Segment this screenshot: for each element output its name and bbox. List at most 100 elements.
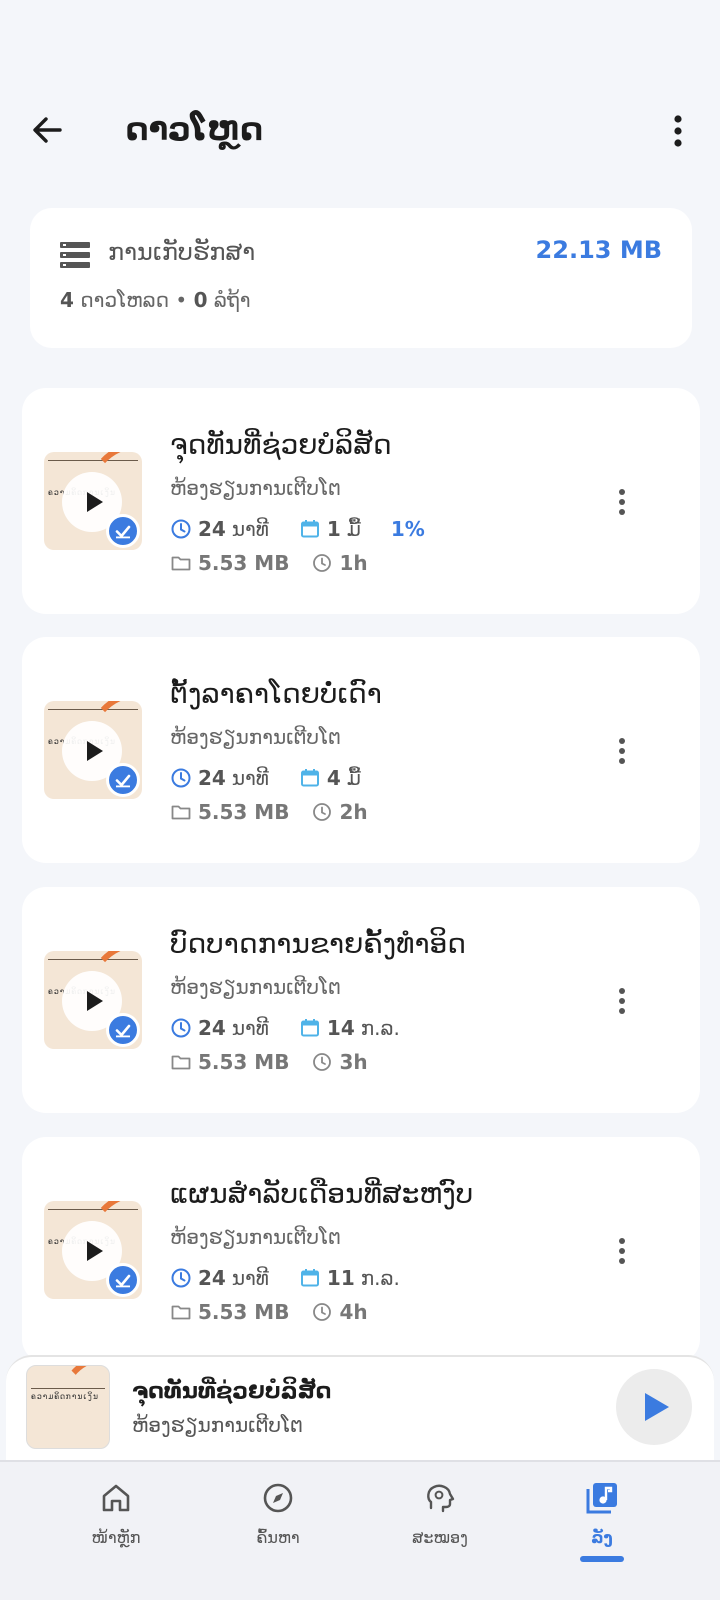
date-unit: ກ.ລ. bbox=[360, 1266, 400, 1290]
episode-meta-primary: 24 ນາທີ 14 ກ.ລ. bbox=[170, 1015, 430, 1041]
downloaded-ago: 4h bbox=[339, 1300, 368, 1324]
episode-course: ຫ້ອງຮຽນການເຕີບໂຕ bbox=[170, 1225, 342, 1249]
calendar-icon bbox=[300, 1269, 319, 1287]
folder-icon bbox=[171, 1055, 191, 1070]
duration-value: 24 bbox=[198, 1266, 226, 1290]
file-size: 5.53 MB bbox=[198, 1050, 290, 1074]
download-item-card[interactable]: ຄວາມຄິດການເງິນ ຈຸດທັນທີ່ຊ່ວຍບໍລິສັດ ຫ້ອງ… bbox=[22, 388, 700, 614]
date-unit: ກ.ລ. bbox=[360, 1016, 400, 1040]
play-icon bbox=[87, 1241, 103, 1261]
download-item-card[interactable]: ຄວາມຄິດການເງິນ ຕັ້ງລາຄາໂດຍບໍ່ເດົາ ຫ້ອງຮຽ… bbox=[22, 637, 700, 863]
date-value: 11 bbox=[326, 1266, 355, 1290]
episode-course: ຫ້ອງຮຽນການເຕີບໂຕ bbox=[170, 725, 342, 749]
mini-player-play-button[interactable] bbox=[616, 1369, 692, 1445]
downloaded-check-badge bbox=[106, 514, 140, 548]
episode-title: ຕັ້ງລາຄາໂດຍບໍ່ເດົາ bbox=[170, 677, 382, 710]
back-button[interactable] bbox=[26, 108, 70, 152]
app-header: ດາວໂຫຼດ bbox=[0, 100, 720, 160]
clock-icon bbox=[171, 519, 191, 539]
mini-player[interactable]: ຄວາມຄິດການເງິນ ຈຸດທັນທີ່ຊ່ວຍບໍລິສັດ ຫ້ອງ… bbox=[6, 1355, 714, 1460]
queue-count: 0 bbox=[193, 288, 208, 312]
duration-unit: ນາທີ bbox=[231, 1266, 269, 1290]
check-icon bbox=[115, 774, 131, 788]
storage-size: 22.13 MB bbox=[535, 236, 662, 264]
date-unit: ມື້ bbox=[346, 517, 361, 541]
play-icon bbox=[87, 492, 103, 512]
thumbnail-text: ຄວາມຄິດການເງິນ bbox=[31, 1392, 99, 1401]
storage-list-icon bbox=[60, 242, 90, 268]
check-icon bbox=[115, 1274, 131, 1288]
file-size: 5.53 MB bbox=[198, 551, 290, 575]
episode-meta-primary: 24 ນາທີ 4 ມື້ bbox=[170, 765, 391, 791]
duration-value: 24 bbox=[198, 517, 226, 541]
episode-meta-secondary: 5.53 MB 1h bbox=[170, 550, 374, 576]
episode-course: ຫ້ອງຮຽນການເຕີບໂຕ bbox=[170, 975, 342, 999]
item-more-button[interactable] bbox=[600, 480, 644, 524]
calendar-icon bbox=[300, 520, 319, 538]
storage-counts: 4 ດາວໂຫລດ • 0 ລໍຖ້າ bbox=[60, 288, 251, 312]
play-icon bbox=[87, 991, 103, 1011]
episode-meta-primary: 24 ນາທີ 11 ກ.ລ. bbox=[170, 1265, 430, 1291]
play-icon bbox=[87, 741, 103, 761]
mini-player-thumbnail: ຄວາມຄິດການເງິນ bbox=[26, 1365, 110, 1449]
nav-item-search[interactable]: ຄົ້ນຫາ bbox=[218, 1480, 338, 1570]
episode-meta-secondary: 5.53 MB 3h bbox=[170, 1049, 374, 1075]
play-icon bbox=[645, 1393, 669, 1421]
queue-label: ລໍຖ້າ bbox=[213, 288, 251, 312]
more-vert-icon bbox=[619, 489, 625, 515]
calendar-icon bbox=[300, 1019, 319, 1037]
episode-title: ບົດບາດການຂາຍຄັ້ງທຳອິດ bbox=[170, 927, 467, 960]
item-more-button[interactable] bbox=[600, 729, 644, 773]
nav-label-home: ໜ້າຫຼັກ bbox=[91, 1528, 141, 1547]
arrow-left-icon bbox=[33, 117, 62, 143]
page-title: ດາວໂຫຼດ bbox=[126, 110, 264, 148]
clock-icon bbox=[171, 1018, 191, 1038]
episode-course: ຫ້ອງຮຽນການເຕີບໂຕ bbox=[170, 476, 342, 500]
nav-label-search: ຄົ້ນຫາ bbox=[256, 1528, 300, 1547]
nav-item-brain[interactable]: ສະໝອງ bbox=[380, 1480, 500, 1570]
more-vert-icon bbox=[619, 1238, 625, 1264]
file-size: 5.53 MB bbox=[198, 1300, 290, 1324]
nav-item-library[interactable]: ລັງ bbox=[542, 1480, 662, 1570]
nav-label-library: ລັງ bbox=[591, 1528, 613, 1547]
downloaded-check-badge bbox=[106, 1013, 140, 1047]
bottom-navigation: ໜ້າຫຼັກ ຄົ້ນຫາ ສະໝອງ ລັງ bbox=[0, 1460, 720, 1600]
storage-label: ການເກັບຮັກສາ bbox=[108, 238, 256, 266]
item-more-button[interactable] bbox=[600, 979, 644, 1023]
nav-item-home[interactable]: ໜ້າຫຼັກ bbox=[56, 1480, 176, 1570]
downloads-count: 4 bbox=[60, 288, 74, 312]
date-value: 1 bbox=[326, 517, 341, 541]
more-vert-icon bbox=[674, 115, 682, 147]
downloaded-check-badge bbox=[106, 763, 140, 797]
more-vert-icon bbox=[619, 988, 625, 1014]
folder-icon bbox=[171, 805, 191, 820]
history-icon bbox=[313, 803, 332, 821]
date-value: 4 bbox=[326, 766, 341, 790]
check-icon bbox=[115, 525, 131, 539]
history-icon bbox=[313, 554, 332, 572]
download-item-card[interactable]: ຄວາມຄິດການເງິນ ບົດບາດການຂາຍຄັ້ງທຳອິດ ຫ້ອ… bbox=[22, 887, 700, 1113]
episode-title: ແຜນສຳລັບເດືອນທີ່ສະຫງົບ bbox=[170, 1177, 474, 1210]
item-more-button[interactable] bbox=[600, 1229, 644, 1273]
clock-icon bbox=[171, 1268, 191, 1288]
history-icon bbox=[313, 1053, 332, 1071]
active-tab-indicator bbox=[580, 1556, 624, 1562]
more-vert-icon bbox=[619, 738, 625, 764]
thumbnail-arc bbox=[57, 1366, 109, 1448]
folder-icon bbox=[171, 1305, 191, 1320]
duration-value: 24 bbox=[198, 766, 226, 790]
calendar-icon bbox=[300, 769, 319, 787]
history-icon bbox=[313, 1303, 332, 1321]
date-value: 14 bbox=[326, 1016, 355, 1040]
storage-summary-card: ການເກັບຮັກສາ 22.13 MB 4 ດາວໂຫລດ • 0 ລໍຖ້… bbox=[30, 208, 692, 348]
download-item-card[interactable]: ຄວາມຄິດການເງິນ ແຜນສຳລັບເດືອນທີ່ສະຫງົບ ຫ້… bbox=[22, 1137, 700, 1363]
home-icon bbox=[102, 1484, 130, 1512]
duration-value: 24 bbox=[198, 1016, 226, 1040]
episode-meta-secondary: 5.53 MB 4h bbox=[170, 1299, 374, 1325]
episode-meta-primary: 24 ນາທີ 1 ມື້ 1% bbox=[170, 516, 425, 542]
duration-unit: ນາທີ bbox=[231, 1016, 269, 1040]
brain-icon bbox=[427, 1484, 455, 1513]
more-options-button[interactable] bbox=[656, 108, 700, 152]
folder-icon bbox=[171, 556, 191, 571]
downloaded-check-badge bbox=[106, 1263, 140, 1297]
